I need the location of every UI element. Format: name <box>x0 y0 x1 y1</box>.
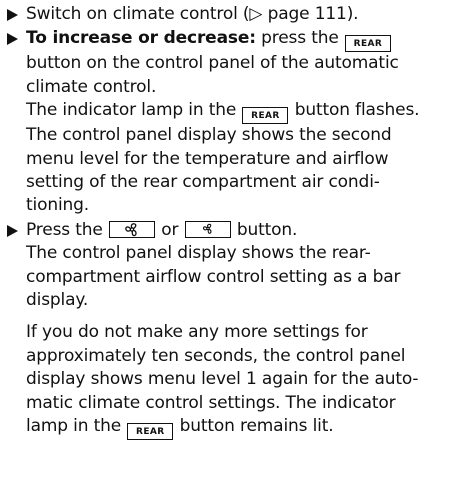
rear-key: REAR <box>242 107 289 125</box>
step-arrow-icon <box>7 224 18 237</box>
step-text: The indicator lamp in the <box>26 100 242 121</box>
fan-large-icon <box>108 220 155 238</box>
fan-small-icon <box>184 220 231 238</box>
instruction-page: Switch on climate control (▷ page 111). … <box>0 0 462 480</box>
rear-key: REAR <box>127 423 174 441</box>
step-arrow-icon <box>7 33 18 46</box>
step-increase-decrease: To increase or decrease: press the REAR … <box>6 27 456 217</box>
step-text: button flashes. <box>289 100 420 121</box>
step-arrow-icon <box>7 9 18 21</box>
step-text: Switch on climate control (▷ page 111). <box>26 4 359 24</box>
step-text: The control panel display shows the seco… <box>26 125 392 146</box>
step-text: climate control. <box>26 76 157 97</box>
step-text: button on the control panel of the autom… <box>26 53 399 74</box>
step-text: menu level for the temperature and airfl… <box>26 148 389 169</box>
step-text: press the <box>255 28 344 49</box>
step-switch-on: Switch on climate control (▷ page 111). <box>6 3 456 26</box>
step-text: The control panel display shows the rear… <box>26 243 371 264</box>
step-text: compartment airflow control setting as a… <box>26 266 401 287</box>
step-text: setting of the rear compartment air cond… <box>26 172 380 193</box>
step-text: Press the <box>26 219 108 240</box>
step-text: button. <box>231 219 298 240</box>
step-text: tioning. <box>26 195 90 216</box>
step-text: display. <box>26 290 89 311</box>
note-text: display shows menu level 1 again for the… <box>26 369 419 390</box>
note-text: approximately ten seconds, the control p… <box>26 345 406 366</box>
step-text: or <box>155 219 184 240</box>
note-text: If you do not make any more settings for <box>26 322 368 343</box>
note-text: lamp in the <box>26 416 127 437</box>
step-note: If you do not make any more settings for… <box>26 321 456 441</box>
step-press-fan: Press the or button. The control panel d… <box>6 219 456 441</box>
note-text: matic climate control settings. The indi… <box>26 392 396 413</box>
rear-key: REAR <box>344 35 391 53</box>
step-lead: To increase or decrease: <box>26 28 256 49</box>
note-text: button remains lit. <box>174 416 334 437</box>
